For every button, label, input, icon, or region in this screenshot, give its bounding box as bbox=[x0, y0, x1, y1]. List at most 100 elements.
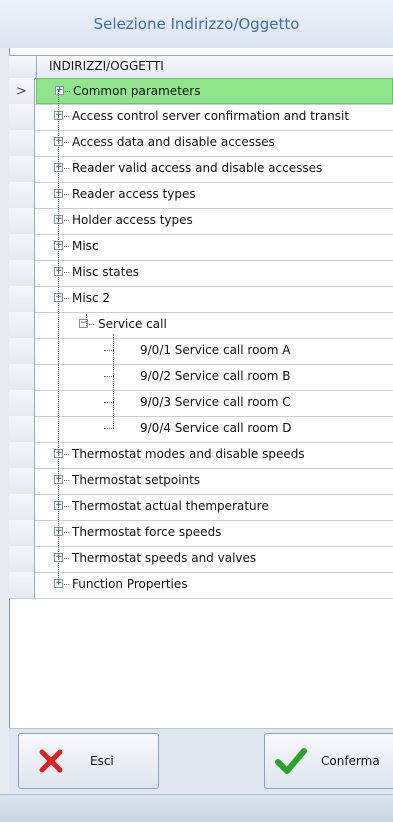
tree-node-label[interactable]: Reader valid access and disable accesses bbox=[72, 161, 322, 175]
row-header[interactable] bbox=[9, 156, 35, 182]
row-header-corner bbox=[9, 56, 37, 78]
tree-node-label[interactable]: Misc bbox=[72, 239, 99, 253]
tree-row[interactable]: + Holder access types bbox=[9, 208, 393, 235]
tree-node-label[interactable]: 9/0/3 Service call room C bbox=[140, 395, 291, 409]
tree-node-label[interactable]: Misc 2 bbox=[72, 291, 110, 305]
row-header[interactable] bbox=[9, 494, 35, 520]
tree-cell[interactable]: + Function Properties bbox=[36, 572, 393, 598]
green-check-icon bbox=[275, 748, 307, 774]
tree-row[interactable]: 9/0/4 Service call room D bbox=[9, 416, 393, 443]
tree-row[interactable]: + Access control server confirmation and … bbox=[9, 104, 393, 131]
expand-node-icon[interactable]: + bbox=[55, 86, 64, 95]
row-header[interactable] bbox=[9, 286, 35, 312]
tree-row[interactable]: + Thermostat setpoints bbox=[9, 468, 393, 495]
tree-connector bbox=[64, 272, 69, 273]
tree-row[interactable]: + Thermostat speeds and valves bbox=[9, 546, 393, 573]
tree-node-label[interactable]: 9/0/2 Service call room B bbox=[140, 369, 291, 383]
tree-row[interactable]: > + Common parameters bbox=[9, 78, 393, 105]
tree-row[interactable]: − Misc 2 bbox=[9, 286, 393, 313]
tree-trunk-line bbox=[58, 90, 59, 584]
row-header[interactable] bbox=[9, 130, 35, 156]
tree-cell[interactable]: 9/0/3 Service call room C bbox=[36, 390, 393, 416]
tree-row[interactable]: 9/0/3 Service call room C bbox=[9, 390, 393, 417]
tree-node-label[interactable]: Common parameters bbox=[73, 84, 200, 98]
tree-row[interactable]: + Misc states bbox=[9, 260, 393, 287]
row-header[interactable] bbox=[9, 364, 35, 390]
row-header[interactable] bbox=[9, 260, 35, 286]
row-header[interactable] bbox=[9, 416, 35, 442]
tree-cell[interactable]: + Holder access types bbox=[36, 208, 393, 234]
tree-cell[interactable]: + Access control server confirmation and … bbox=[36, 104, 393, 130]
tree-cell[interactable]: + Common parameters bbox=[36, 78, 393, 104]
tree-cell[interactable]: + Misc states bbox=[36, 260, 393, 286]
row-header[interactable] bbox=[9, 390, 35, 416]
tree-cell[interactable]: + Thermostat modes and disable speeds bbox=[36, 442, 393, 468]
tree-cell[interactable]: 9/0/4 Service call room D bbox=[36, 416, 393, 442]
row-header[interactable] bbox=[9, 182, 35, 208]
tree-connector bbox=[64, 220, 69, 221]
tree-connector bbox=[64, 506, 69, 507]
tree-connector bbox=[64, 558, 69, 559]
tree-connector bbox=[64, 168, 69, 169]
tree-cell[interactable]: + Thermostat speeds and valves bbox=[36, 546, 393, 572]
tree-branch-line bbox=[113, 334, 114, 428]
tree-row[interactable]: 9/0/2 Service call room B bbox=[9, 364, 393, 391]
tree-node-label[interactable]: Thermostat speeds and valves bbox=[72, 551, 256, 565]
tree-node-label[interactable]: Thermostat force speeds bbox=[72, 525, 221, 539]
tree-cell[interactable]: + Thermostat force speeds bbox=[36, 520, 393, 546]
tree-row[interactable]: + Thermostat actual themperature bbox=[9, 494, 393, 521]
tree-node-label[interactable]: Thermostat setpoints bbox=[72, 473, 200, 487]
row-header[interactable] bbox=[9, 208, 35, 234]
tree-row[interactable]: + Access data and disable accesses bbox=[9, 130, 393, 157]
tree-row[interactable]: + Function Properties bbox=[9, 572, 393, 599]
tree-connector bbox=[64, 298, 69, 299]
tree-node-label[interactable]: Function Properties bbox=[72, 577, 188, 591]
column-header-addresses-objects[interactable]: INDIRIZZI/OGGETTI bbox=[49, 59, 164, 73]
tree-node-label[interactable]: Access data and disable accesses bbox=[72, 135, 275, 149]
tree-row[interactable]: + Reader valid access and disable accesse… bbox=[9, 156, 393, 183]
tree-row[interactable]: + Reader access types bbox=[9, 182, 393, 209]
row-header[interactable] bbox=[9, 442, 35, 468]
tree-node-label[interactable]: Reader access types bbox=[72, 187, 196, 201]
row-header[interactable] bbox=[9, 572, 35, 598]
window-title-bar: Selezione Indirizzo/Oggetto bbox=[0, 0, 393, 49]
exit-button[interactable]: Esci bbox=[18, 733, 159, 789]
tree-node-label[interactable]: Thermostat actual themperature bbox=[72, 499, 269, 513]
tree-cell[interactable]: 9/0/2 Service call room B bbox=[36, 364, 393, 390]
row-header[interactable] bbox=[9, 104, 35, 130]
tree-node-label[interactable]: Holder access types bbox=[72, 213, 193, 227]
current-row-indicator[interactable]: > bbox=[9, 78, 35, 104]
tree-node-label[interactable]: Service call bbox=[98, 317, 167, 331]
tree-cell[interactable]: 9/0/1 Service call room A bbox=[36, 338, 393, 364]
tree-cell[interactable]: + Thermostat setpoints bbox=[36, 468, 393, 494]
tree-cell[interactable]: + Access data and disable accesses bbox=[36, 130, 393, 156]
tree-node-label[interactable]: 9/0/1 Service call room A bbox=[140, 343, 290, 357]
status-bar bbox=[0, 794, 393, 822]
row-header[interactable] bbox=[9, 468, 35, 494]
tree-cell[interactable]: + Misc bbox=[36, 234, 393, 260]
row-header[interactable] bbox=[9, 338, 35, 364]
tree-row[interactable]: + Misc bbox=[9, 234, 393, 261]
tree-row[interactable]: − Service call bbox=[9, 312, 393, 339]
red-x-icon bbox=[39, 749, 63, 773]
tree-cell[interactable]: + Reader access types bbox=[36, 182, 393, 208]
tree-row[interactable]: + Thermostat modes and disable speeds bbox=[9, 442, 393, 469]
tree-node-label[interactable]: Misc states bbox=[72, 265, 139, 279]
tree-cell[interactable]: − Service call bbox=[36, 312, 393, 338]
row-header[interactable] bbox=[9, 312, 35, 338]
tree-cell[interactable]: − Misc 2 bbox=[36, 286, 393, 312]
tree-connector bbox=[64, 142, 69, 143]
confirm-button[interactable]: Conferma bbox=[264, 733, 393, 789]
tree-cell[interactable]: + Thermostat actual themperature bbox=[36, 494, 393, 520]
confirm-button-label: Conferma bbox=[321, 754, 380, 768]
tree-node-label[interactable]: 9/0/4 Service call room D bbox=[140, 421, 292, 435]
tree-cell[interactable]: + Reader valid access and disable accesse… bbox=[36, 156, 393, 182]
tree-node-label[interactable]: Thermostat modes and disable speeds bbox=[72, 447, 305, 461]
tree-row[interactable]: 9/0/1 Service call room A bbox=[9, 338, 393, 365]
tree-node-label[interactable]: Access control server confirmation and t… bbox=[72, 109, 349, 123]
tree-row[interactable]: + Thermostat force speeds bbox=[9, 520, 393, 547]
row-header[interactable] bbox=[9, 234, 35, 260]
row-header[interactable] bbox=[9, 520, 35, 546]
exit-button-label: Esci bbox=[90, 754, 114, 768]
row-header[interactable] bbox=[9, 546, 35, 572]
